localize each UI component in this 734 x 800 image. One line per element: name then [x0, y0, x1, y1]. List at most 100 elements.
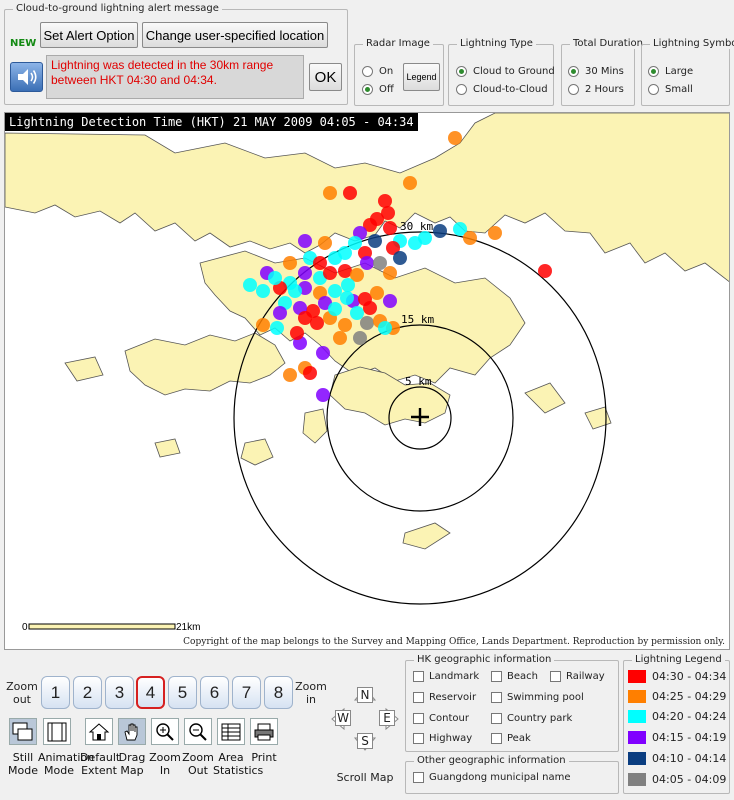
lightning-strike-dot	[316, 346, 330, 360]
geo-peak-label: Peak	[507, 733, 531, 744]
geo-peak-checkbox[interactable]	[491, 733, 502, 744]
change-location-button[interactable]: Change user-specified location	[142, 22, 328, 48]
set-alert-option-button[interactable]: Set Alert Option	[40, 22, 138, 48]
scale-bar: 0 21km	[22, 622, 200, 633]
zoom-level-4[interactable]: 4	[136, 676, 165, 709]
lightning-strike-dot	[360, 256, 374, 270]
lightning-type-cc-radio[interactable]	[456, 84, 467, 95]
geo-landmark-option[interactable]: Landmark	[413, 671, 479, 682]
scroll-east-button[interactable]: E	[379, 710, 395, 726]
lightning-strike-dot	[463, 231, 477, 245]
map-canvas[interactable]: 30 km 15 km 5 km 0 21km	[5, 113, 730, 650]
ok-button[interactable]: OK	[309, 63, 342, 91]
lightning-strike-dot	[360, 316, 374, 330]
geo-highway-label: Highway	[429, 733, 473, 744]
lightning-type-option-cc[interactable]: Cloud-to-Cloud	[456, 84, 548, 95]
legend-entry: 04:10 - 04:14	[628, 752, 726, 765]
island-shape-1	[240, 438, 274, 466]
legend-swatch	[628, 731, 646, 744]
radar-off-option[interactable]: Off	[362, 84, 394, 95]
geo-landmark-label: Landmark	[429, 671, 480, 682]
lightning-strike-dot	[328, 284, 342, 298]
duration-option-30[interactable]: 30 Mins	[568, 66, 624, 77]
zoom-level-8[interactable]: 8	[264, 676, 293, 709]
symbol-option-large[interactable]: Large	[648, 66, 693, 77]
geo-swimming-pool-checkbox[interactable]	[491, 692, 502, 703]
zoom-level-6[interactable]: 6	[200, 676, 229, 709]
geo-railway-checkbox[interactable]	[550, 671, 561, 682]
duration-2h-radio[interactable]	[568, 84, 579, 95]
total-duration-title: Total Duration	[570, 38, 646, 49]
geo-contour-option[interactable]: Contour	[413, 713, 469, 724]
radar-legend-button[interactable]: Legend	[403, 63, 440, 91]
still-mode-button[interactable]	[9, 718, 37, 745]
zoom-level-7[interactable]: 7	[232, 676, 261, 709]
print-button[interactable]	[250, 718, 278, 745]
animation-mode-button[interactable]	[43, 718, 71, 745]
default-extent-button[interactable]	[85, 718, 113, 745]
lightning-type-cg-radio[interactable]	[456, 66, 467, 77]
radar-off-radio[interactable]	[362, 84, 373, 95]
duration-option-2h[interactable]: 2 Hours	[568, 84, 624, 95]
geo-swimming-pool-option[interactable]: Swimming pool	[491, 692, 584, 703]
lightning-type-cg-label: Cloud to Ground	[473, 66, 555, 77]
home-icon	[88, 722, 110, 740]
lightning-strike-dot	[288, 284, 302, 298]
geo-railway-option[interactable]: Railway	[550, 671, 605, 682]
symbol-small-radio[interactable]	[648, 84, 659, 95]
radar-on-option[interactable]: On	[362, 66, 393, 77]
duration-30-radio[interactable]	[568, 66, 579, 77]
area-statistics-button[interactable]	[217, 718, 245, 745]
geo-highway-option[interactable]: Highway	[413, 733, 472, 744]
geo-beach-label: Beach	[507, 671, 538, 682]
geo-peak-option[interactable]: Peak	[491, 733, 531, 744]
lightning-strike-dot	[323, 186, 337, 200]
lightning-strike-dot	[316, 388, 330, 402]
symbol-option-small[interactable]: Small	[648, 84, 693, 95]
lightning-map[interactable]: 30 km 15 km 5 km 0 21km Lightning Detect…	[4, 112, 730, 650]
island-shape-5	[584, 406, 612, 430]
zoom-level-3[interactable]: 3	[105, 676, 134, 709]
lightning-strike-dot	[378, 194, 392, 208]
lightning-strike-dot	[350, 306, 364, 320]
lightning-type-option-cg[interactable]: Cloud to Ground	[456, 66, 555, 77]
lightning-strike-dot	[340, 291, 354, 305]
geo-reservoir-checkbox[interactable]	[413, 692, 424, 703]
lightning-strike-dot	[256, 318, 270, 332]
lightning-legend-title: Lightning Legend	[632, 654, 725, 665]
symbol-large-label: Large	[665, 66, 694, 77]
hand-icon	[124, 723, 138, 740]
geo-guangdong-label: Guangdong municipal name	[429, 772, 571, 783]
drag-map-button[interactable]	[118, 718, 146, 745]
radar-image-title: Radar Image	[363, 38, 433, 49]
zoom-level-2[interactable]: 2	[73, 676, 102, 709]
geo-guangdong-option[interactable]: Guangdong municipal name	[413, 772, 571, 783]
zoom-out-label: Zoom out	[6, 680, 38, 706]
scroll-north-button[interactable]: N	[357, 687, 373, 703]
zoom-in-button[interactable]	[151, 718, 179, 745]
symbol-large-radio[interactable]	[648, 66, 659, 77]
geo-beach-checkbox[interactable]	[491, 671, 502, 682]
geo-guangdong-checkbox[interactable]	[413, 772, 424, 783]
geo-country-park-checkbox[interactable]	[491, 713, 502, 724]
zoom-out-button[interactable]	[184, 718, 212, 745]
radar-on-radio[interactable]	[362, 66, 373, 77]
geo-beach-option[interactable]: Beach	[491, 671, 538, 682]
geo-reservoir-option[interactable]: Reservoir	[413, 692, 476, 703]
duration-30-label: 30 Mins	[585, 66, 624, 77]
speaker-button[interactable]	[10, 62, 43, 92]
lightning-strike-dot	[333, 331, 347, 345]
scroll-west-button[interactable]: W	[335, 710, 351, 726]
legend-swatch	[628, 690, 646, 703]
lightning-strike-dot	[448, 131, 462, 145]
legend-label: 04:30 - 04:34	[652, 670, 727, 683]
geo-highway-checkbox[interactable]	[413, 733, 424, 744]
zoom-level-5[interactable]: 5	[168, 676, 197, 709]
scroll-south-button[interactable]: S	[357, 733, 373, 749]
geo-contour-checkbox[interactable]	[413, 713, 424, 724]
geo-country-park-option[interactable]: Country park	[491, 713, 572, 724]
legend-swatch	[628, 773, 646, 786]
lightning-strike-dot	[313, 256, 327, 270]
geo-landmark-checkbox[interactable]	[413, 671, 424, 682]
zoom-level-1[interactable]: 1	[41, 676, 70, 709]
